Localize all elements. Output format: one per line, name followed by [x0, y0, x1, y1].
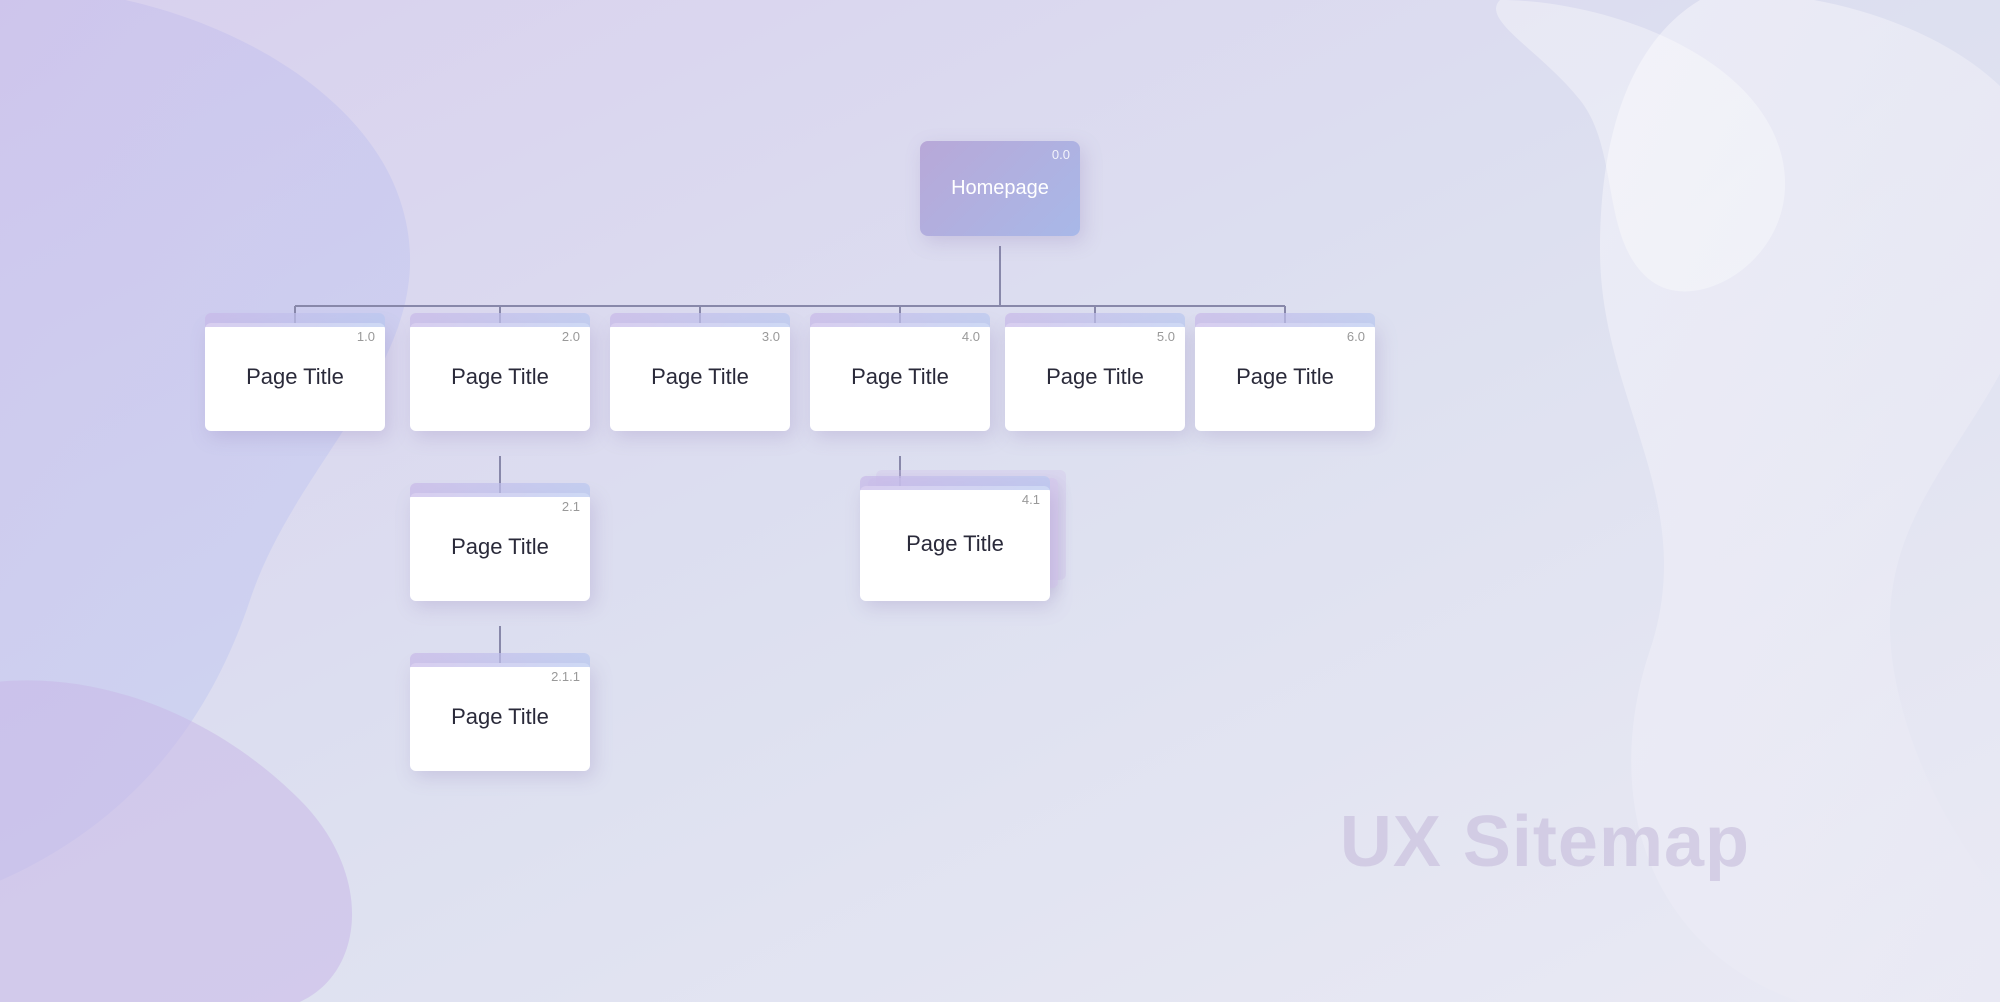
node-2-0[interactable]: 2.0 Page Title: [410, 323, 590, 431]
node-2-1-1-label: Page Title: [451, 704, 549, 730]
node-2-1-number: 2.1: [562, 499, 580, 514]
node-4-1-number: 4.1: [1022, 492, 1040, 507]
node-2-0-number: 2.0: [562, 329, 580, 344]
ux-sitemap-label: UX Sitemap: [1340, 801, 1750, 883]
node-6-0[interactable]: 6.0 Page Title: [1195, 323, 1375, 431]
node-4-0-label: Page Title: [851, 364, 949, 390]
node-4-0[interactable]: 4.0 Page Title: [810, 323, 990, 431]
node-1-0-label: Page Title: [246, 364, 344, 390]
node-3-0[interactable]: 3.0 Page Title: [610, 323, 790, 431]
node-2-1-label: Page Title: [451, 534, 549, 560]
homepage-number: 0.0: [1052, 147, 1070, 162]
homepage-node[interactable]: 0.0 Homepage: [920, 141, 1080, 236]
homepage-label: Homepage: [951, 177, 1049, 200]
node-5-0-number: 5.0: [1157, 329, 1175, 344]
node-2-1[interactable]: 2.1 Page Title: [410, 493, 590, 601]
node-3-0-number: 3.0: [762, 329, 780, 344]
node-6-0-label: Page Title: [1236, 364, 1334, 390]
node-5-0-label: Page Title: [1046, 364, 1144, 390]
node-2-0-label: Page Title: [451, 364, 549, 390]
node-4-0-number: 4.0: [962, 329, 980, 344]
node-4-1[interactable]: 4.1 Page Title: [860, 486, 1050, 606]
node-5-0[interactable]: 5.0 Page Title: [1005, 323, 1185, 431]
node-1-0[interactable]: 1.0 Page Title: [205, 323, 385, 431]
node-3-0-label: Page Title: [651, 364, 749, 390]
node-6-0-number: 6.0: [1347, 329, 1365, 344]
node-4-1-label: Page Title: [906, 531, 1004, 557]
node-1-0-number: 1.0: [357, 329, 375, 344]
node-2-1-1-number: 2.1.1: [551, 669, 580, 684]
node-2-1-1[interactable]: 2.1.1 Page Title: [410, 663, 590, 771]
